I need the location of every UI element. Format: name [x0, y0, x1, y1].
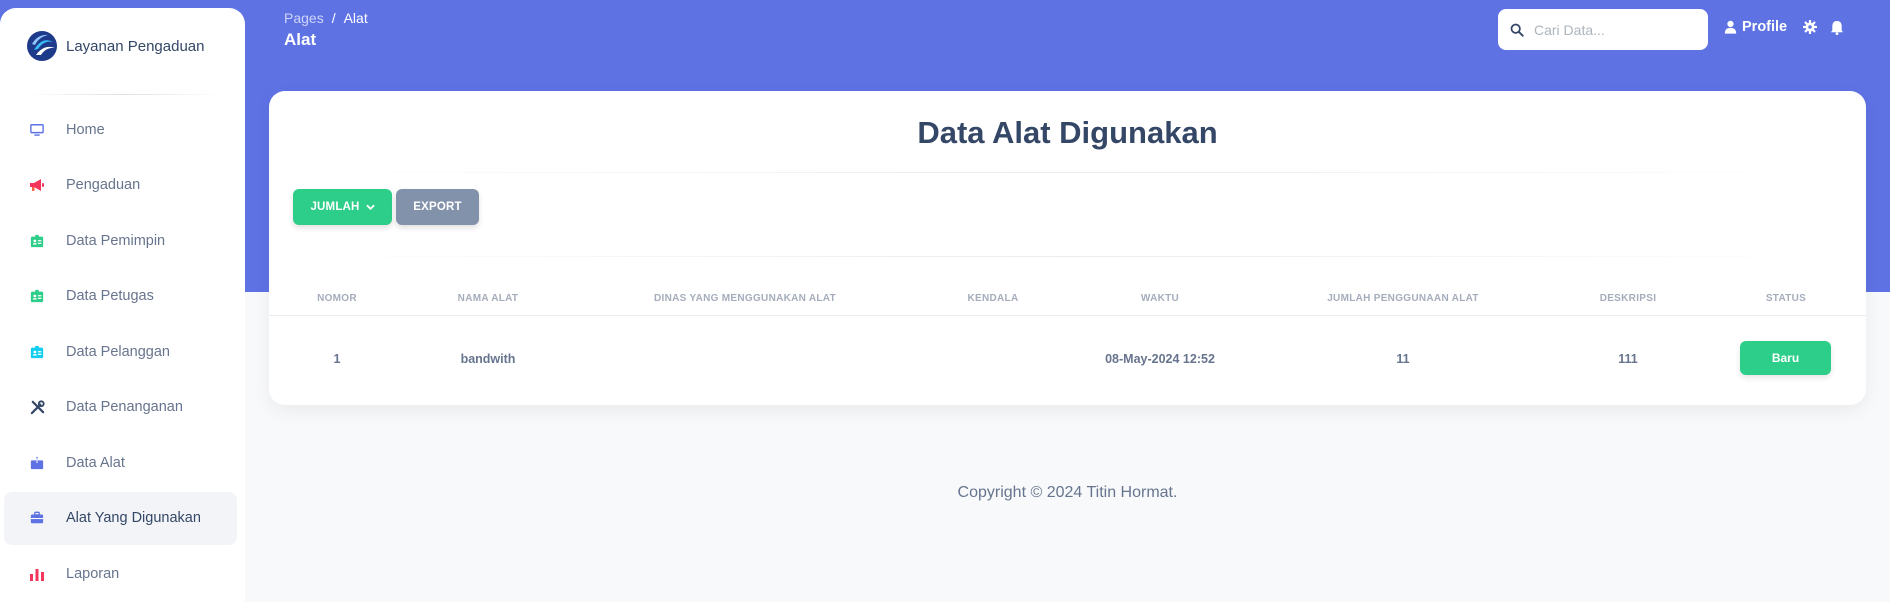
- breadcrumb-current: Alat: [343, 10, 368, 26]
- cell-jumlah-penggunaan: 11: [1396, 352, 1410, 366]
- column-header-dinas[interactable]: DINAS YANG MENGGUNAKAN ALAT: [654, 293, 836, 304]
- column-header-deskripsi[interactable]: DESKRIPSI: [1600, 293, 1657, 304]
- brand-name: Layanan Pengaduan: [66, 37, 205, 55]
- divider: [293, 172, 1842, 173]
- column-header-kendala[interactable]: KENDALA: [968, 293, 1019, 304]
- column-header-nomor[interactable]: NOMOR: [317, 293, 357, 304]
- search-box[interactable]: [1498, 9, 1708, 50]
- gear-icon[interactable]: [1803, 20, 1818, 34]
- jumlah-label: JUMLAH: [310, 201, 360, 213]
- cell-waktu: 08-May-2024 12:52: [1105, 352, 1215, 366]
- column-header-jumlah-penggunaan[interactable]: JUMLAH PENGGUNAAN ALAT: [1327, 293, 1479, 304]
- breadcrumb-separator: /: [331, 10, 336, 26]
- profile-link[interactable]: Profile: [1724, 19, 1787, 35]
- brand[interactable]: Layanan Pengaduan: [0, 8, 245, 84]
- chevron-down-icon: [365, 204, 375, 210]
- column-header-waktu[interactable]: WAKTU: [1141, 293, 1179, 304]
- tools-icon: [28, 398, 46, 416]
- sidebar-item-laporan[interactable]: Laporan: [4, 547, 237, 600]
- sidebar-nav: Home Pengaduan Data Pemimpin Data Petuga…: [0, 103, 245, 600]
- sidebar-item-pengaduan[interactable]: Pengaduan: [4, 159, 237, 212]
- briefcase-icon: [28, 509, 46, 527]
- search-icon: [1510, 23, 1524, 37]
- footer-copyright: Copyright © 2024 Titin Hormat.: [957, 484, 1178, 501]
- bell-icon[interactable]: [1830, 20, 1844, 35]
- user-icon: [1724, 20, 1737, 34]
- id-card-icon: [28, 232, 46, 250]
- sidebar-item-label: Data Penanganan: [66, 399, 183, 415]
- sidebar-item-label: Laporan: [66, 565, 120, 582]
- header-actions: Profile: [1724, 19, 1844, 35]
- page-title: Alat: [284, 30, 317, 49]
- search-input[interactable]: [1534, 21, 1694, 38]
- sidebar-item-data-petugas[interactable]: Data Petugas: [4, 270, 237, 323]
- table-row: 1 bandwith 08-May-2024 12:52 11 111 Baru: [269, 317, 1866, 405]
- sidebar-item-label: Data Petugas: [66, 288, 154, 304]
- sidebar-item-label: Data Pelanggan: [66, 343, 170, 360]
- brand-logo-icon: [27, 31, 57, 61]
- card-title: Data Alat Digunakan: [917, 115, 1218, 150]
- breadcrumb-root[interactable]: Pages: [284, 10, 324, 26]
- sidebar-item-home[interactable]: Home: [4, 103, 237, 156]
- column-header-status[interactable]: STATUS: [1766, 293, 1806, 304]
- sidebar-item-data-alat[interactable]: Data Alat: [4, 436, 237, 489]
- export-button[interactable]: EXPORT: [396, 189, 479, 225]
- sidebar-item-label: Data Pemimpin: [66, 232, 166, 249]
- sidebar-item-label: Data Alat: [66, 454, 125, 471]
- column-header-nama-alat[interactable]: NAMA ALAT: [458, 293, 519, 304]
- status-badge[interactable]: Baru: [1740, 341, 1831, 375]
- jumlah-dropdown-button[interactable]: JUMLAH: [293, 189, 392, 225]
- divider: [293, 256, 1842, 257]
- bar-chart-icon: [28, 565, 46, 583]
- data-card: Data Alat Digunakan JUMLAH EXPORT NOMOR …: [269, 91, 1866, 405]
- box-icon: [28, 454, 46, 472]
- table-header: NOMOR NAMA ALAT DINAS YANG MENGGUNAKAN A…: [269, 286, 1866, 316]
- breadcrumb: Pages / Alat: [284, 10, 368, 26]
- sidebar-item-label: Pengaduan: [66, 177, 141, 193]
- sidebar-item-label: Home: [66, 121, 105, 138]
- sidebar-item-data-pemimpin[interactable]: Data Pemimpin: [4, 214, 237, 267]
- cell-nama-alat: bandwith: [460, 352, 516, 366]
- page-header: Pages / Alat Alat: [284, 10, 368, 50]
- sidebar: Layanan Pengaduan Home Pengaduan Data Pe…: [0, 8, 245, 602]
- sidebar-item-data-pelanggan[interactable]: Data Pelanggan: [4, 325, 237, 378]
- profile-label: Profile: [1742, 19, 1788, 35]
- id-card-icon: [28, 343, 46, 361]
- monitor-icon: [28, 121, 46, 139]
- id-card-icon: [28, 287, 46, 305]
- megaphone-icon: [28, 176, 46, 194]
- cell-nomor: 1: [333, 352, 341, 366]
- sidebar-item-data-penanganan[interactable]: Data Penanganan: [4, 381, 237, 434]
- sidebar-divider: [24, 94, 221, 95]
- cell-deskripsi: 111: [1618, 352, 1638, 366]
- sidebar-item-label: Alat Yang Digunakan: [66, 510, 201, 526]
- sidebar-item-alat-yang-digunakan[interactable]: Alat Yang Digunakan: [4, 491, 237, 545]
- export-label: EXPORT: [413, 201, 462, 213]
